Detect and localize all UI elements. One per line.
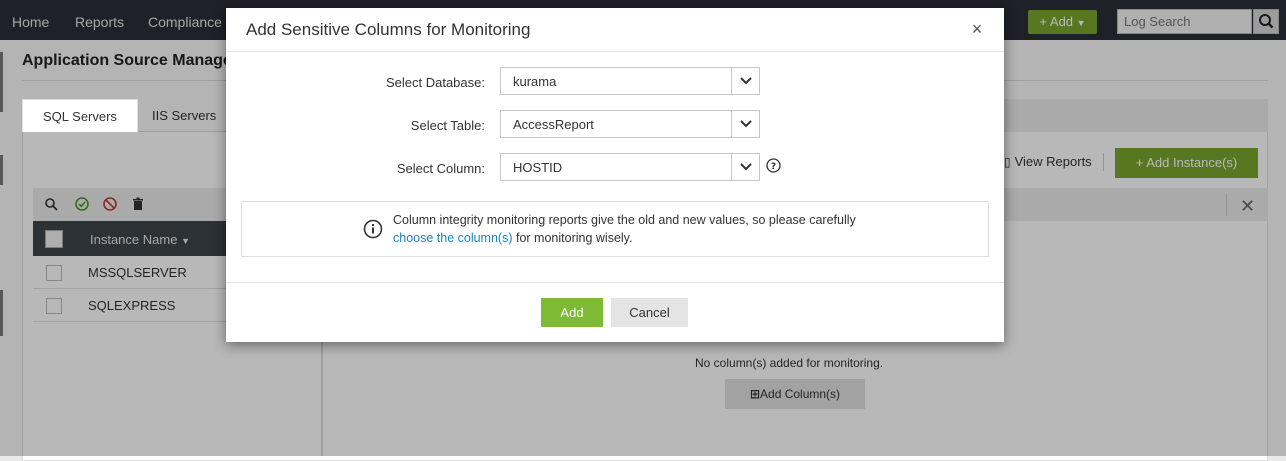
svg-text:?: ?	[771, 162, 776, 172]
add-button[interactable]: Add	[541, 298, 603, 327]
chevron-down-icon	[731, 111, 759, 137]
select-column-label: Select Column:	[396, 161, 485, 176]
database-select[interactable]: kurama	[500, 67, 760, 95]
chevron-down-icon	[731, 154, 759, 180]
close-icon[interactable]: ×	[969, 19, 985, 40]
column-select[interactable]: HOSTID	[500, 153, 760, 181]
select-database-label: Select Database:	[385, 75, 485, 90]
column-value: HOSTID	[513, 160, 563, 175]
dialog-header-divider	[226, 51, 1004, 52]
dialog-title: Add Sensitive Columns for Monitoring	[246, 20, 531, 39]
select-table-label: Select Table:	[410, 118, 485, 133]
add-sensitive-columns-dialog: Add Sensitive Columns for Monitoring × S…	[226, 8, 1004, 342]
choose-columns-link[interactable]: choose the column(s)	[393, 231, 513, 245]
info-text-line2: choose the column(s) for monitoring wise…	[393, 231, 632, 245]
table-value: AccessReport	[513, 117, 594, 132]
table-select[interactable]: AccessReport	[500, 110, 760, 138]
info-box	[241, 201, 989, 257]
dialog-footer-divider	[226, 282, 1004, 283]
tab-sql-servers[interactable]: SQL Servers	[22, 99, 138, 132]
help-icon[interactable]: ?	[766, 158, 781, 173]
chevron-down-icon	[731, 68, 759, 94]
cancel-button[interactable]: Cancel	[611, 298, 688, 327]
info-icon	[363, 219, 383, 239]
database-value: kurama	[513, 74, 557, 89]
info-text-line1: Column integrity monitoring reports give…	[393, 213, 856, 227]
info-text-rest: for monitoring wisely.	[512, 231, 633, 245]
